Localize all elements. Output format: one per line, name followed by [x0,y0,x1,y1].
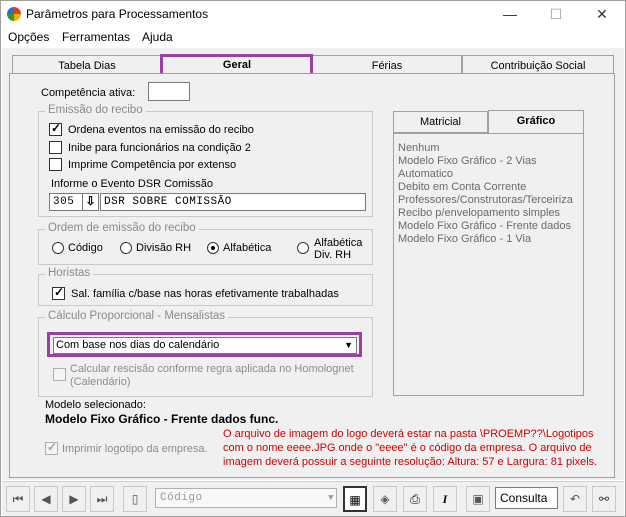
menu-opcoes[interactable]: Opções [8,30,49,44]
mode-field: Consulta [495,487,558,509]
modelos-listbox[interactable]: Nenhum Modelo Fixo Gráfico - 2 Vias Auto… [393,133,584,396]
competencia-input[interactable] [148,82,190,101]
print-icon[interactable]: ⎙ [403,486,427,512]
calculator-icon[interactable]: ▦ [343,486,367,512]
radio-divisao-rh-label: Divisão RH [136,242,192,254]
radio-codigo-label: Código [68,242,103,254]
new-document-icon[interactable]: ▯ [123,486,147,512]
modelo-label: Modelo selecionado: [45,399,146,411]
menu-ferramentas[interactable]: Ferramentas [62,30,130,44]
list-item[interactable]: Nenhum [398,142,440,154]
radio-divisao-rh[interactable] [120,242,132,254]
chevron-down-icon: ▼ [328,493,334,503]
list-item[interactable]: Modelo Fixo Gráfico - Frente dados [398,220,571,232]
calculo-select-highlight [47,332,362,357]
dsr-code-input[interactable]: 305 [49,193,83,211]
first-record-icon[interactable]: ⏮ [6,486,30,512]
list-item[interactable]: Automatico [398,168,453,180]
menu-ajuda[interactable]: Ajuda [142,30,173,44]
save-icon[interactable]: ▣ [466,486,490,512]
list-item[interactable]: Professores/Construtoras/Terceiriza [398,194,581,206]
maximize-button[interactable]: ☐ [533,1,579,27]
calculo-title: Cálculo Proporcional - Mensalistas [45,310,229,322]
list-item[interactable]: Modelo Fixo Gráfico - 1 Via [398,233,531,245]
sal-familia-label: Sal. família c/base nas horas efetivamen… [71,288,339,300]
rescisao-label-2: (Calendário) [70,376,131,388]
codigo-combo-placeholder: Código [160,492,203,504]
radio-alfabetica-div-rh[interactable] [297,242,309,254]
radio-alfabetica-label: Alfabética [223,242,272,254]
italic-icon[interactable]: I [433,486,457,512]
inibe-funcionarios-label: Inibe para funcionários na condição 2 [68,142,251,154]
dsr-label: Informe o Evento DSR Comissão [51,178,214,190]
minimize-button[interactable]: — [487,1,533,27]
rescisao-label: Calcular rescisão conforme regra aplicad… [70,363,354,375]
radio-alfabetica-div-rh-label: Alfabética [314,237,363,249]
title-bar: Parâmetros para Processamentos — ☐ ✕ [1,1,625,27]
imprimir-logotipo-label: Imprimir logotipo da empresa. [62,443,208,455]
ordena-eventos-label: Ordena eventos na emissão do recibo [68,124,254,136]
emissao-title: Emissão do recibo [45,104,146,116]
main-window: Parâmetros para Processamentos — ☐ ✕ Opç… [0,0,626,517]
list-item[interactable]: Recibo p/envelopamento simples [398,207,560,219]
sal-familia-checkbox[interactable] [52,285,65,300]
close-button[interactable]: ✕ [579,1,625,27]
next-record-icon[interactable]: ▶ [62,486,86,512]
list-item[interactable]: Modelo Fixo Gráfico - 2 Vias [398,155,537,167]
cube-icon[interactable]: ◈ [373,486,397,512]
imprime-competencia-label: Imprime Competência por extenso [68,159,237,171]
radio-alfabetica-div-rh-label2: Div. RH [314,249,352,261]
undo-icon[interactable]: ↶ [563,486,587,512]
tab-grafico[interactable]: Gráfico [488,110,584,134]
prev-record-icon[interactable]: ◀ [34,486,58,512]
bottom-toolbar: ⏮ ◀ ▶ ⏭ ▯ Código ▼ ▦ ◈ ⎙ I ▣ Consulta ↶ … [2,481,624,516]
tab-matricial[interactable]: Matricial [393,111,488,133]
binoculars-icon[interactable]: ⚯ [592,486,616,512]
codigo-combo[interactable]: Código ▼ [155,488,337,508]
radio-codigo[interactable] [52,242,64,254]
menu-bar: Opções Ferramentas Ajuda [1,27,625,47]
imprime-competencia-checkbox[interactable] [49,158,62,171]
window-title: Parâmetros para Processamentos [26,7,209,21]
dsr-lookup-button[interactable]: ⇩ [82,193,99,211]
list-item[interactable]: Debito em Conta Corrente [398,181,526,193]
horistas-title: Horistas [45,267,94,279]
radio-alfabetica[interactable] [207,242,219,254]
ordem-title: Ordem de emissão do recibo [45,222,199,234]
inibe-funcionarios-checkbox[interactable] [49,141,62,154]
imprimir-logotipo-checkbox[interactable] [45,440,58,455]
last-record-icon[interactable]: ⏭ [90,486,114,512]
competencia-label: Competência ativa: [41,87,136,99]
app-icon [7,7,21,21]
ordena-eventos-checkbox[interactable] [49,121,62,136]
modelo-value: Modelo Fixo Gráfico - Frente dados func. [45,412,279,426]
logo-instructions-note: O arquivo de imagem do logo deverá estar… [223,428,598,468]
dsr-description-field: DSR SOBRE COMISSÃO [100,193,366,211]
rescisao-checkbox[interactable] [53,368,66,381]
